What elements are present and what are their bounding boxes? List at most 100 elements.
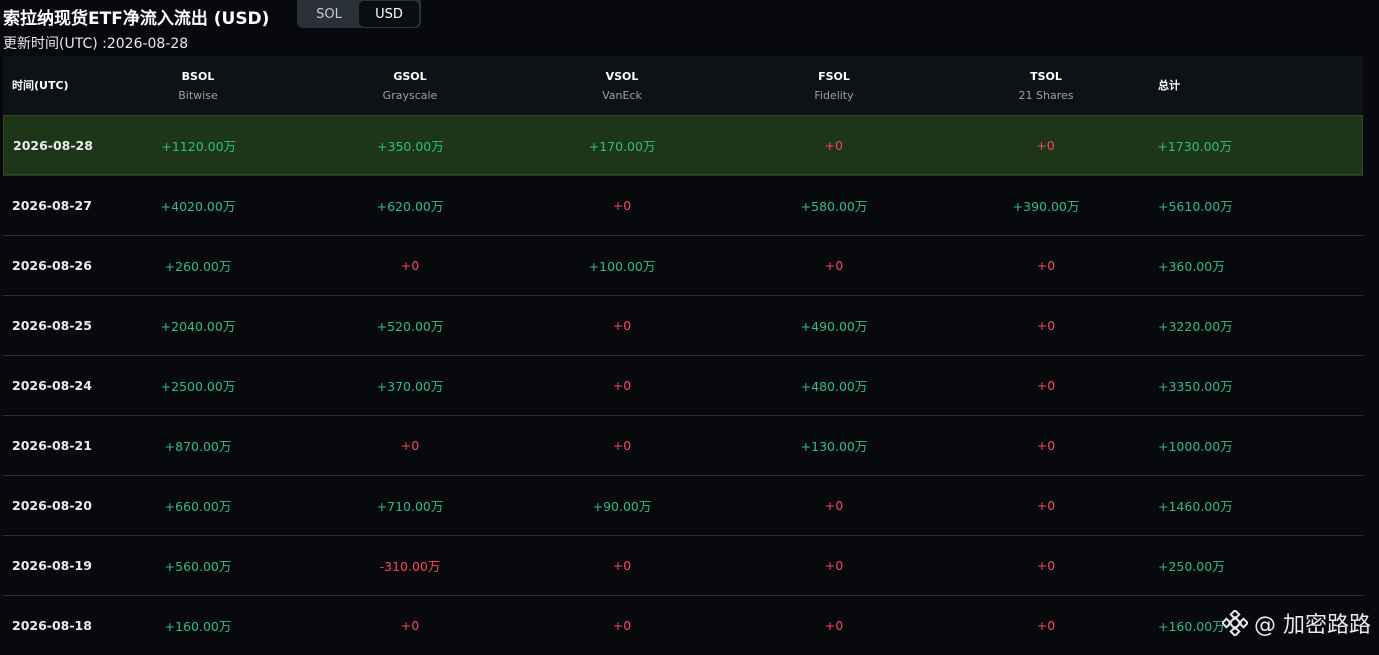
watermark: @ 加密路路 — [1222, 607, 1371, 639]
toggle-sol-button[interactable]: SOL — [299, 1, 359, 27]
row-value: +0 — [707, 558, 961, 573]
row-value: +1120.00万 — [114, 136, 284, 155]
row-date: 2026-08-19 — [3, 558, 113, 573]
column-header-bsol: BSOL Bitwise — [113, 67, 283, 105]
row-value: +870.00万 — [113, 436, 283, 455]
row-value: +0 — [283, 258, 537, 273]
row-value: +0 — [961, 258, 1131, 273]
column-ticker: FSOL — [818, 67, 850, 86]
row-value: +0 — [707, 138, 961, 153]
column-header-tsol: TSOL 21 Shares — [961, 67, 1131, 105]
row-value: +100.00万 — [537, 256, 707, 275]
row-value: +660.00万 — [113, 496, 283, 515]
column-ticker: VSOL — [606, 67, 639, 86]
row-value: +4020.00万 — [113, 196, 283, 215]
column-issuer: Grayscale — [383, 86, 438, 105]
row-value: -310.00万 — [283, 556, 537, 575]
row-total: +1000.00万 — [1131, 436, 1363, 455]
table-row: 2026-08-19+560.00万-310.00万+0+0+0+250.00万 — [3, 535, 1363, 595]
toggle-usd-button[interactable]: USD — [359, 1, 419, 27]
row-value: +520.00万 — [283, 316, 537, 335]
table-header: 时间(UTC) BSOL Bitwise GSOL Grayscale VSOL… — [3, 56, 1363, 115]
column-header-gsol: GSOL Grayscale — [283, 67, 537, 105]
column-header-total: 总计 — [1131, 76, 1363, 95]
row-date: 2026-08-26 — [3, 258, 113, 273]
row-value: +560.00万 — [113, 556, 283, 575]
row-value: +0 — [961, 618, 1131, 633]
row-total: +360.00万 — [1131, 256, 1363, 275]
table-row: 2026-08-25+2040.00万+520.00万+0+490.00万+0+… — [3, 295, 1363, 355]
row-value: +0 — [707, 618, 961, 633]
row-value: +0 — [537, 438, 707, 453]
row-value: +490.00万 — [707, 316, 961, 335]
column-ticker: 总计 — [1158, 76, 1180, 95]
column-issuer: Fidelity — [814, 86, 853, 105]
row-total: +3220.00万 — [1131, 316, 1363, 335]
table-row: 2026-08-24+2500.00万+370.00万+0+480.00万+0+… — [3, 355, 1363, 415]
row-date: 2026-08-20 — [3, 498, 113, 513]
column-issuer: VanEck — [602, 86, 642, 105]
row-value: +0 — [537, 198, 707, 213]
row-value: +90.00万 — [537, 496, 707, 515]
row-total: +250.00万 — [1131, 556, 1363, 575]
column-header-vsol: VSOL VanEck — [537, 67, 707, 105]
column-issuer: 21 Shares — [1019, 86, 1074, 105]
row-value: +2500.00万 — [113, 376, 283, 395]
table-row: 2026-08-28+1120.00万+350.00万+170.00万+0+0+… — [3, 115, 1363, 175]
column-header-date: 时间(UTC) — [3, 76, 113, 95]
row-value: +260.00万 — [113, 256, 283, 275]
row-value: +0 — [961, 138, 1131, 153]
row-value: +350.00万 — [284, 136, 538, 155]
column-ticker: GSOL — [393, 67, 426, 86]
row-total: +3350.00万 — [1131, 376, 1363, 395]
row-value: +710.00万 — [283, 496, 537, 515]
row-date: 2026-08-21 — [3, 438, 113, 453]
row-date: 2026-08-28 — [4, 138, 114, 153]
unit-toggle: SOL USD — [297, 0, 421, 28]
table-body: 2026-08-28+1120.00万+350.00万+170.00万+0+0+… — [3, 115, 1363, 655]
table-row: 2026-08-26+260.00万+0+100.00万+0+0+360.00万 — [3, 235, 1363, 295]
row-value: +0 — [537, 618, 707, 633]
row-value: +480.00万 — [707, 376, 961, 395]
row-value: +0 — [961, 498, 1131, 513]
row-total: +1460.00万 — [1131, 496, 1363, 515]
table-row: 2026-08-20+660.00万+710.00万+90.00万+0+0+14… — [3, 475, 1363, 535]
row-value: +390.00万 — [961, 196, 1131, 215]
row-value: +0 — [537, 318, 707, 333]
row-value: +620.00万 — [283, 196, 537, 215]
row-total: +5610.00万 — [1131, 196, 1363, 215]
row-value: +0 — [283, 618, 537, 633]
table-row: 2026-08-21+870.00万+0+0+130.00万+0+1000.00… — [3, 415, 1363, 475]
row-value: +0 — [961, 438, 1131, 453]
updated-time: 更新时间(UTC) :2026-08-28 — [3, 33, 188, 53]
etf-flow-table: 时间(UTC) BSOL Bitwise GSOL Grayscale VSOL… — [3, 56, 1363, 655]
row-value: +170.00万 — [537, 136, 707, 155]
row-date: 2026-08-18 — [3, 618, 113, 633]
row-value: +580.00万 — [707, 196, 961, 215]
row-value: +160.00万 — [113, 616, 283, 635]
row-value: +0 — [961, 558, 1131, 573]
row-value: +0 — [961, 378, 1131, 393]
row-total: +1730.00万 — [1130, 136, 1362, 155]
row-date: 2026-08-27 — [3, 198, 113, 213]
row-value: +0 — [283, 438, 537, 453]
column-ticker: BSOL — [182, 67, 215, 86]
binance-logo-icon — [1222, 610, 1248, 636]
row-value: +0 — [707, 258, 961, 273]
row-value: +0 — [707, 498, 961, 513]
row-value: +0 — [537, 558, 707, 573]
header: 索拉纳现货ETF净流入流出 (USD) SOL USD 更新时间(UTC) :2… — [0, 0, 1379, 56]
watermark-text: @ 加密路路 — [1254, 607, 1371, 639]
column-ticker: TSOL — [1030, 67, 1062, 86]
column-header-fsol: FSOL Fidelity — [707, 67, 961, 105]
column-ticker: 时间(UTC) — [12, 76, 69, 95]
row-value: +130.00万 — [707, 436, 961, 455]
row-value: +370.00万 — [283, 376, 537, 395]
page-title: 索拉纳现货ETF净流入流出 (USD) — [3, 4, 269, 29]
row-date: 2026-08-25 — [3, 318, 113, 333]
row-value: +0 — [961, 318, 1131, 333]
column-issuer: Bitwise — [178, 86, 217, 105]
row-date: 2026-08-24 — [3, 378, 113, 393]
table-row: 2026-08-18+160.00万+0+0+0+0+160.00万 — [3, 595, 1363, 655]
table-row: 2026-08-27+4020.00万+620.00万+0+580.00万+39… — [3, 175, 1363, 235]
